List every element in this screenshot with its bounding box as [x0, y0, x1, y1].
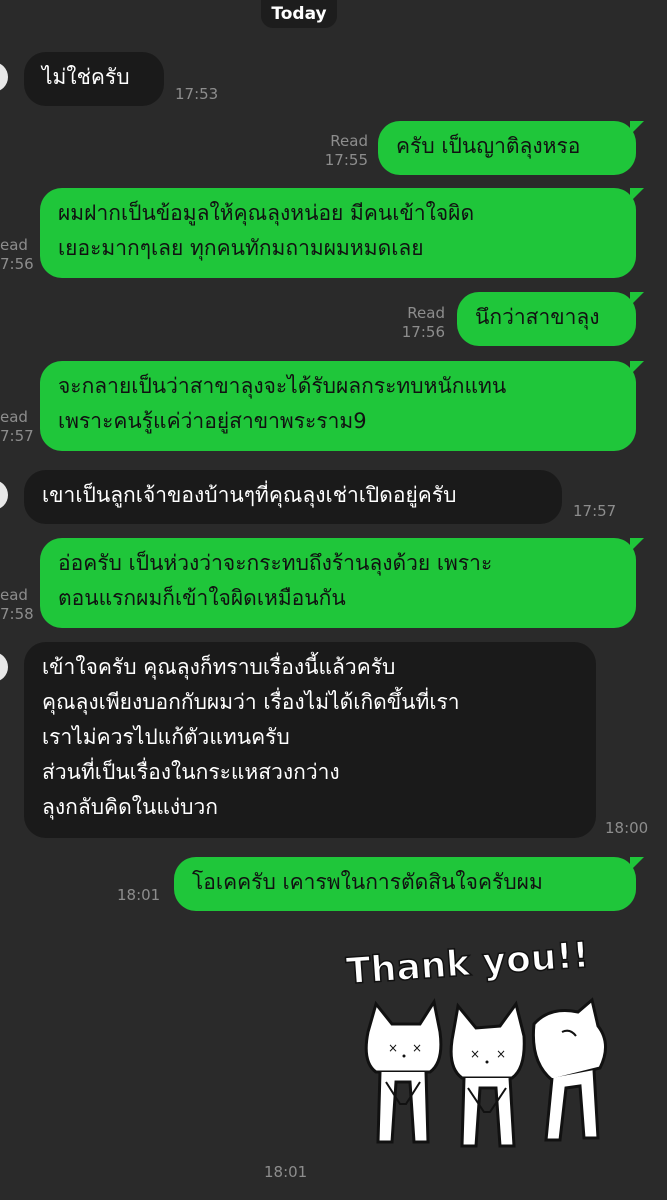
message-meta: ead 7:57: [0, 408, 34, 446]
avatar[interactable]: [0, 652, 8, 682]
message-meta: ead 7:56: [0, 236, 34, 274]
incoming-message[interactable]: เข้าใจครับ คุณลุงก็ทราบเรื่องนี้แล้วครับ…: [24, 642, 596, 838]
bubble-tail: [630, 857, 644, 871]
sticker-caption: Thank you!!: [345, 935, 591, 993]
svg-text:×: ×: [470, 1047, 480, 1061]
message-meta: Read 17:56: [402, 304, 445, 342]
message-time: 18:00: [605, 819, 649, 837]
read-receipt: ead: [0, 408, 28, 426]
svg-text:×: ×: [412, 1041, 422, 1055]
outgoing-message[interactable]: ครับ เป็นญาติลุงหรอ: [378, 121, 636, 175]
avatar[interactable]: [0, 62, 8, 92]
cat-icon: × ×: [449, 1000, 526, 1148]
message-time: 7:58: [0, 605, 34, 623]
bubble-tail: [630, 361, 644, 375]
message-time: 17:53: [175, 85, 219, 103]
read-receipt: Read: [407, 304, 445, 322]
outgoing-message[interactable]: โอเคครับ เคารพในการตัดสินใจครับผม: [174, 857, 636, 911]
cat-icon: × ×: [364, 998, 443, 1144]
message-meta: Read 17:55: [325, 132, 368, 170]
message-time: 18:01: [117, 886, 161, 904]
svg-text:×: ×: [388, 1041, 398, 1055]
sticker-time: 18:01: [264, 1163, 308, 1181]
outgoing-message[interactable]: จะกลายเป็นว่าสาขาลุงจะได้รับผลกระทบหนักแ…: [40, 361, 636, 451]
message-time: 7:56: [0, 255, 34, 273]
bubble-tail: [630, 292, 644, 306]
message-time: 17:57: [573, 502, 617, 520]
bubble-tail: [630, 121, 644, 135]
outgoing-message[interactable]: นึกว่าสาขาลุง: [457, 292, 636, 346]
bubble-tail: [630, 538, 644, 552]
outgoing-message[interactable]: อ่อครับ เป็นห่วงว่าจะกระทบถึงร้านลุงด้วย…: [40, 538, 636, 628]
avatar[interactable]: [0, 480, 8, 510]
read-receipt: ead: [0, 236, 28, 254]
date-separator: Today: [261, 0, 337, 28]
read-receipt: Read: [330, 132, 368, 150]
incoming-message[interactable]: ไม่ใช่ครับ: [24, 52, 164, 106]
read-receipt: ead: [0, 586, 28, 604]
bubble-tail: [630, 188, 644, 202]
cat-icon: [531, 997, 607, 1142]
message-meta: ead 7:58: [0, 586, 34, 624]
incoming-message[interactable]: เขาเป็นลูกเจ้าของบ้านๆที่คุณลุงเช่าเปิดอ…: [24, 470, 562, 524]
thank-you-sticker[interactable]: Thank you!! × × × ×: [340, 932, 630, 1162]
message-time: 7:57: [0, 427, 34, 445]
svg-text:×: ×: [496, 1047, 506, 1061]
message-time: 17:55: [324, 151, 368, 169]
outgoing-message[interactable]: ผมฝากเป็นข้อมูลให้คุณลุงหน่อย มีคนเข้าใจ…: [40, 188, 636, 278]
message-time: 17:56: [401, 323, 445, 341]
